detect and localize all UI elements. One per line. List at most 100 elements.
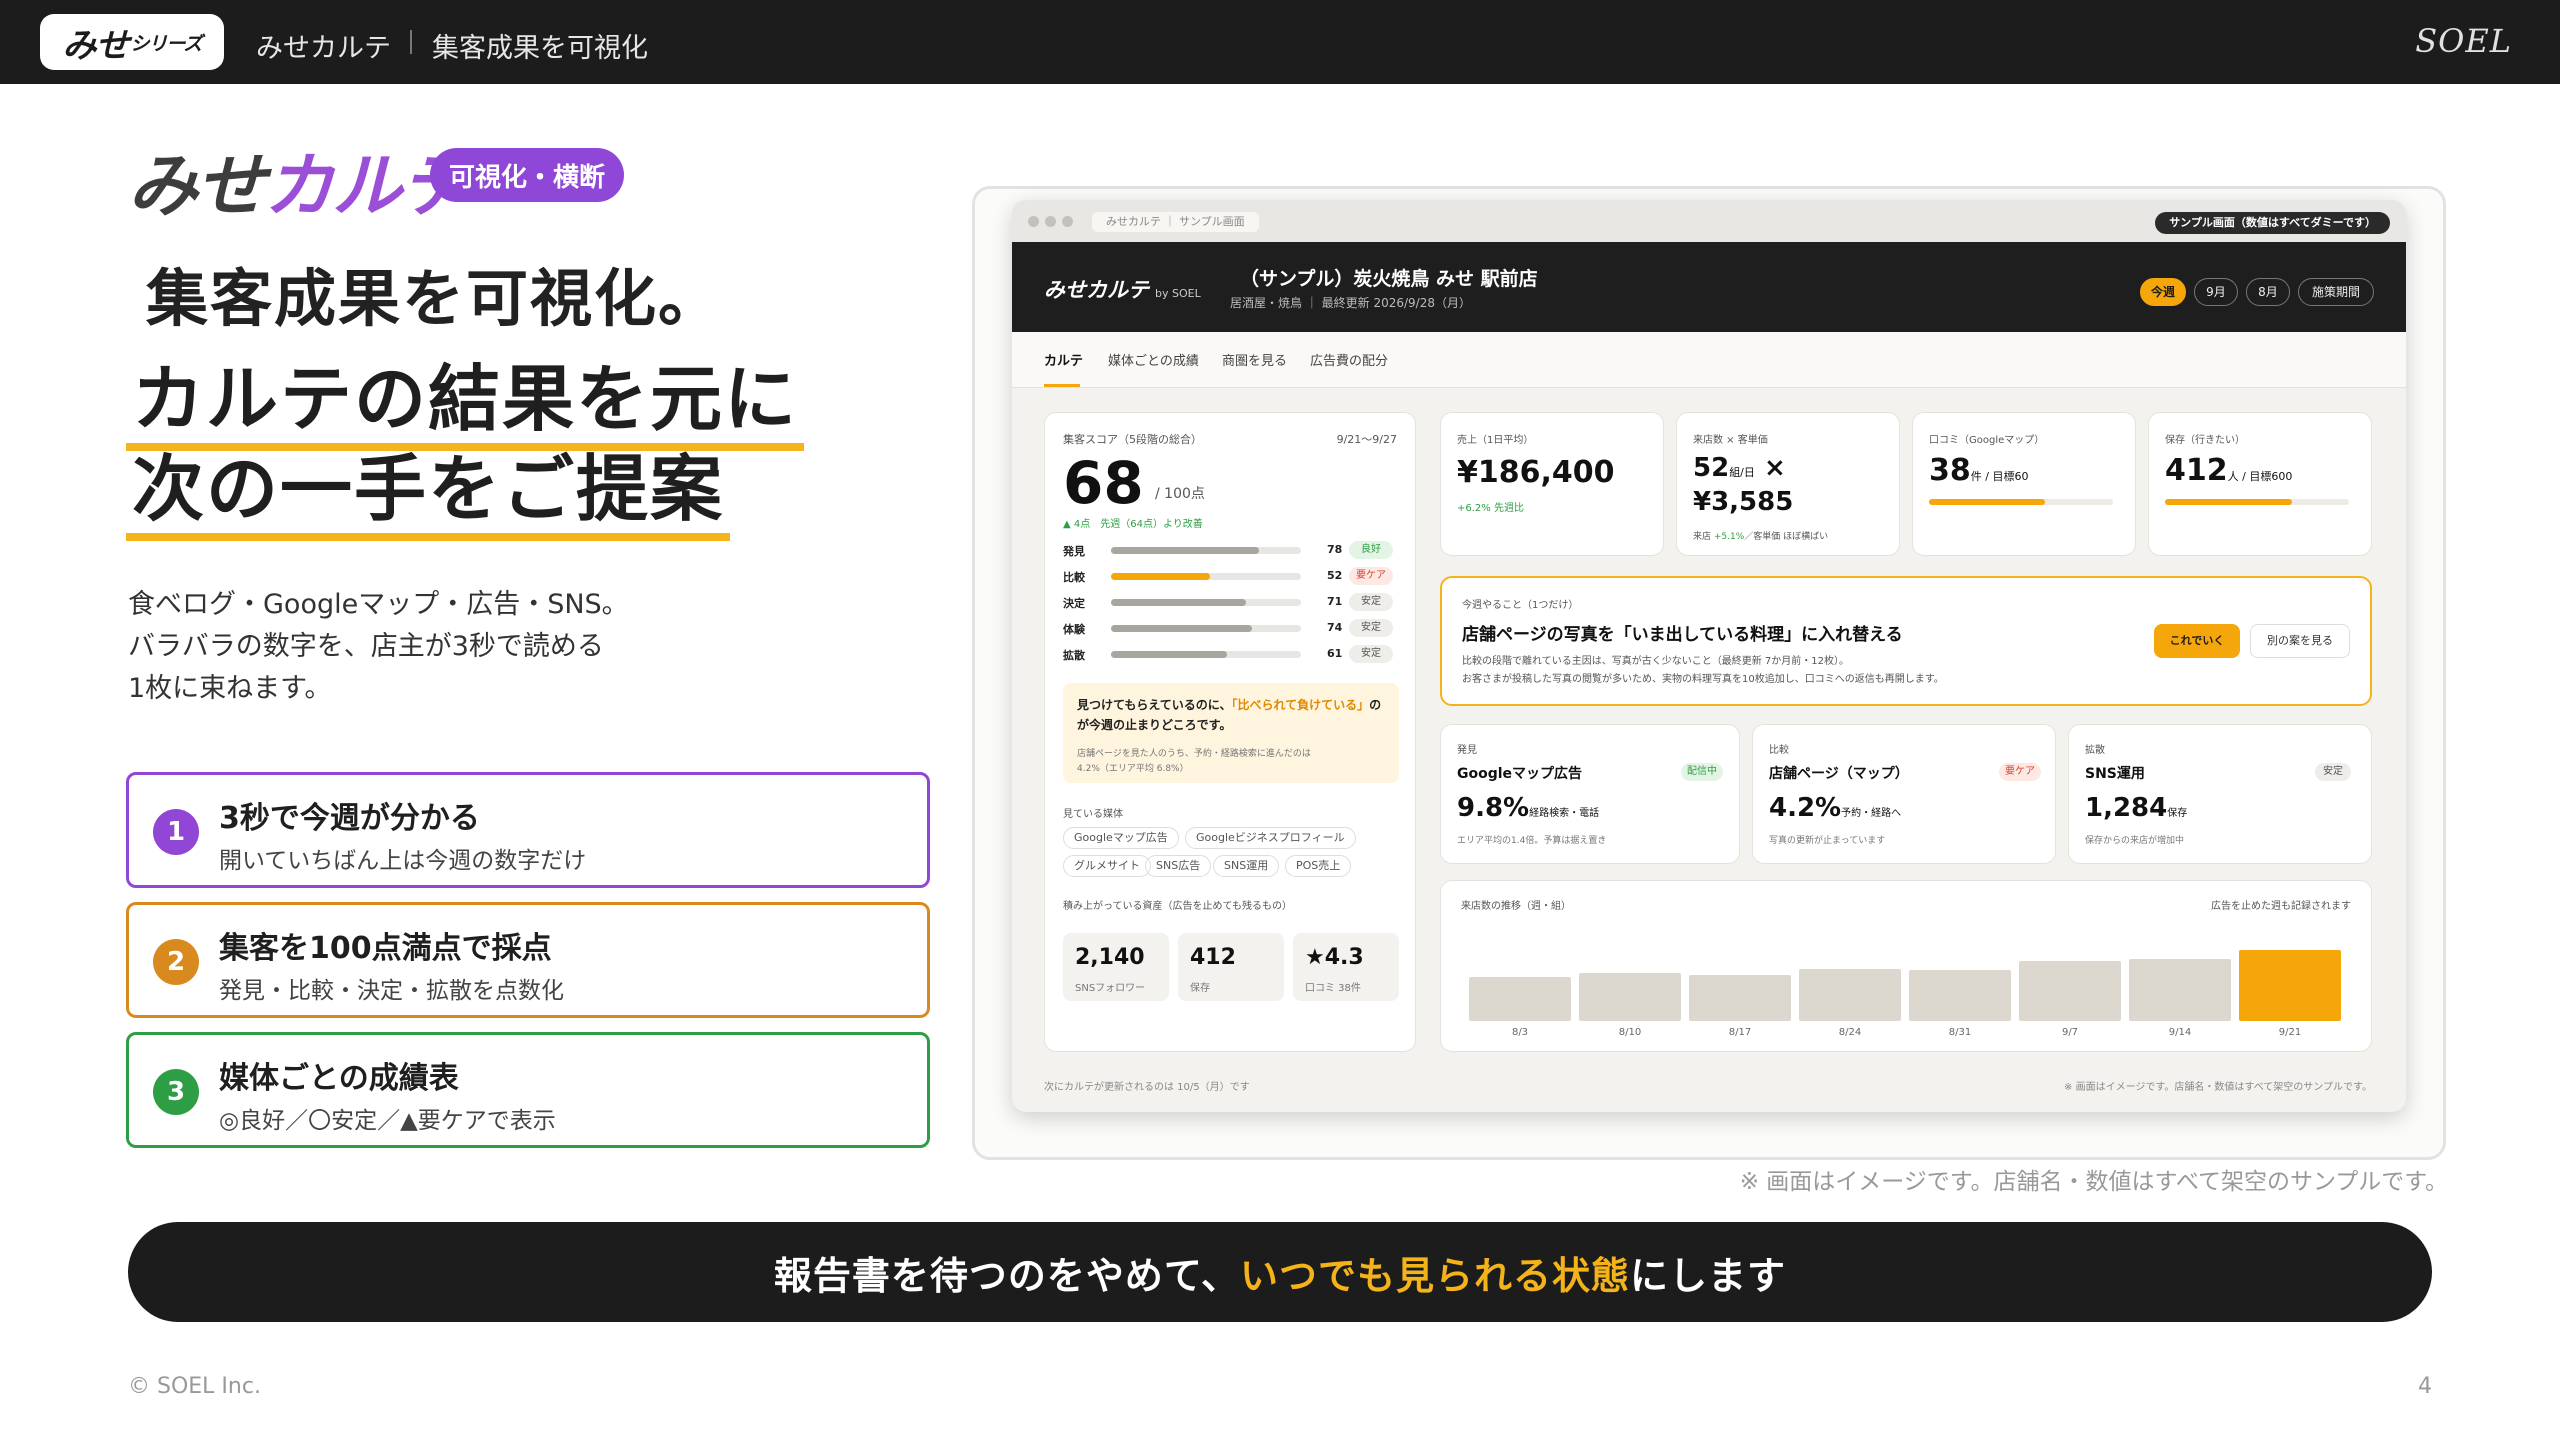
- chart-x-axis: 8/3 8/10 8/17 8/24 8/31 9/7 9/14 9/21: [1465, 1027, 2345, 1041]
- score-value: 68: [1063, 449, 1144, 517]
- window-title: みせカルテ ｜ サンプル画面: [1092, 212, 1259, 232]
- period-this-week[interactable]: 今週: [2140, 278, 2186, 306]
- chart-bar: [2129, 958, 2231, 1021]
- kpi-saves: 保存（行きたい） 412人 / 目標600: [2148, 412, 2372, 556]
- asset-card: 412 保存: [1178, 933, 1284, 1001]
- status-badge: 配信中: [1681, 763, 1723, 781]
- feature-card-2: 2 集客を100点満点で採点 発見・比較・決定・拡散を点数化: [126, 902, 930, 1018]
- chart-bar: [2019, 961, 2121, 1021]
- next-update-note: 次にカルテが更新されるのは 10/5（月）です: [1044, 1082, 1250, 1093]
- media-tag: グルメサイト: [1063, 855, 1151, 877]
- feature-number: 2: [153, 939, 199, 985]
- chart-x-tick-label: 8/3: [1511, 1027, 1529, 1038]
- score-row-value: 78: [1327, 543, 1343, 556]
- headline-line-2: 次の一手をご提案: [126, 449, 731, 542]
- channel-card-sns: 拡散 SNS運用 安定 1,284保存 保存からの来店が増加中: [2068, 724, 2372, 864]
- chart-x-tick-label: 8/24: [1838, 1027, 1862, 1038]
- feature-title: 媒体ごとの成績表: [219, 1061, 459, 1096]
- score-range: 9/21〜9/27: [1336, 433, 1397, 446]
- chart-note: 広告を止めた週も記録されます: [2211, 901, 2351, 912]
- visits-bar-chart: [1465, 925, 2345, 1021]
- score-bar-fill: [1111, 547, 1260, 554]
- kpi-sales-value: ¥186,400: [1457, 455, 1615, 490]
- chart-bar: [1689, 974, 1791, 1021]
- channel-card-maps-ads: 発見 Googleマップ広告 配信中 9.8%経路検索・電話 エリア平均の1.4…: [1440, 724, 1740, 864]
- kpi-visits-value: 52組/日 ×: [1693, 453, 1786, 483]
- period-september[interactable]: 9月: [2194, 278, 2238, 306]
- score-label: 集客スコア（5段階の総合）: [1063, 433, 1202, 446]
- score-row-value: 52: [1327, 569, 1343, 582]
- period-campaign[interactable]: 施策期間: [2298, 278, 2374, 306]
- chart-bar: [1909, 970, 2011, 1021]
- status-badge: 安定: [1349, 619, 1393, 637]
- chart-bar: [1799, 969, 1901, 1021]
- store-name: （サンプル）炭火焼鳥 みせ 駅前店: [1240, 268, 1538, 290]
- description: 食べログ・Googleマップ・広告・SNS。 バラバラの数字を、店主が3秒で読める…: [128, 589, 629, 704]
- series-logo: みせ シリーズ: [40, 14, 224, 70]
- chart-bar: [2239, 949, 2341, 1021]
- reviews-progress-fill: [1929, 499, 2045, 505]
- other-plan-button[interactable]: 別の案を見る: [2250, 624, 2350, 658]
- feature-number: 3: [153, 1069, 199, 1115]
- asset-card: ★4.3 口コミ 38件: [1293, 933, 1399, 1001]
- tab-ad-budget[interactable]: 広告費の配分: [1310, 350, 1388, 369]
- media-label: 見ている媒体: [1063, 809, 1123, 820]
- top-bar: みせ シリーズ みせカルテ 集客成果を可視化 SOEL: [0, 0, 2560, 84]
- score-panel: 集客スコア（5段階の総合） 9/21〜9/27 68 / 100点 ▲ 4点 先…: [1044, 412, 1416, 1052]
- feature-card-1: 1 3秒で今週が分かる 開いていちばん上は今週の数字だけ: [126, 772, 930, 888]
- app-screenshot: みせカルテ ｜ サンプル画面 サンプル画面（数値はすべてダミーです） みせカルテ…: [1012, 200, 2406, 1112]
- window-dot: [1045, 216, 1056, 227]
- store-meta: 居酒屋・焼鳥 ｜ 最終更新 2026/9/28（月）: [1230, 296, 1471, 310]
- company-logo: SOEL: [2415, 22, 2512, 60]
- media-tag: SNS運用: [1213, 855, 1280, 877]
- score-unit: / 100点: [1155, 486, 1205, 502]
- kpi-reviews: 口コミ（Googleマップ） 38件 / 目標60: [1912, 412, 2136, 556]
- todo-panel: 今週やること（1つだけ） 店舗ページの写真を「いま出している料理」に入れ替える …: [1440, 576, 2372, 706]
- visits-chart-panel: 来店数の推移（週・組） 広告を止めた週も記録されます 8/3 8/10 8/17 8/…: [1440, 880, 2372, 1052]
- score-row-name: 体験: [1063, 623, 1085, 636]
- media-tag: Googleマップ広告: [1063, 827, 1179, 849]
- chart-bar: [1469, 976, 1571, 1021]
- breadcrumb-topic: 集客成果を可視化: [432, 33, 648, 64]
- score-bar-fill: [1111, 651, 1227, 658]
- tab-karte[interactable]: カルテ: [1044, 350, 1083, 369]
- status-badge: 要ケア: [1999, 763, 2041, 781]
- score-delta: ▲ 4点 先週（64点）より改善: [1063, 519, 1203, 530]
- window-chrome: みせカルテ ｜ サンプル画面 サンプル画面（数値はすべてダミーです）: [1012, 200, 2406, 242]
- accept-plan-button[interactable]: これでいく: [2154, 624, 2240, 658]
- period-august[interactable]: 8月: [2246, 278, 2290, 306]
- status-badge: 安定: [1349, 645, 1393, 663]
- chart-x-tick-label: 8/17: [1728, 1027, 1752, 1038]
- status-badge: 要ケア: [1349, 567, 1393, 585]
- score-bar-fill: [1111, 599, 1246, 606]
- feature-subtitle: 開いていちばん上は今週の数字だけ: [219, 848, 587, 874]
- feature-number: 1: [153, 809, 199, 855]
- kpi-saves-value: 412人 / 目標600: [2165, 453, 2293, 488]
- media-tag: SNS広告: [1145, 855, 1212, 877]
- product-tag: 可視化・横断: [430, 148, 624, 202]
- copyright: © SOEL Inc.: [128, 1374, 261, 1399]
- window-dot: [1062, 216, 1073, 227]
- chart-x-tick-label: 8/10: [1618, 1027, 1642, 1038]
- chart-x-tick-label: 9/21: [2278, 1027, 2302, 1038]
- todo-title: 店舗ページの写真を「いま出している料理」に入れ替える: [1462, 625, 1903, 645]
- app-logo: みせカルテ by SOEL: [1044, 278, 1201, 302]
- score-row-name: 発見: [1063, 545, 1085, 558]
- sample-disclaimer: ※ 画面はイメージです。店舗名・数値はすべて架空のサンプルです。: [2064, 1082, 2372, 1093]
- insight-detail: 店舗ページを見た人のうち、予約・経路検索に進んだのは 4.2%（エリア平均 6.8…: [1077, 749, 1311, 774]
- feature-title: 3秒で今週が分かる: [219, 801, 480, 836]
- chart-bar: [1579, 973, 1681, 1021]
- media-tag: Googleビジネスプロフィール: [1185, 827, 1356, 849]
- tab-trade-area[interactable]: 商圏を見る: [1222, 350, 1287, 369]
- status-badge: 良好: [1349, 541, 1393, 559]
- feature-card-3: 3 媒体ごとの成績表 ◎良好／〇安定／▲要ケアで表示: [126, 1032, 930, 1148]
- status-badge: 安定: [2315, 763, 2351, 781]
- feature-title: 集客を100点満点で採点: [219, 931, 552, 966]
- chart-x-tick-label: 8/31: [1948, 1027, 1972, 1038]
- headline-line-1: カルテの結果を元に: [126, 359, 805, 452]
- channel-card-store-page: 比較 店舗ページ（マップ） 要ケア 4.2%予約・経路へ 写真の更新が止まってい…: [1752, 724, 2056, 864]
- score-row-name: 比較: [1063, 571, 1085, 584]
- tab-media-results[interactable]: 媒体ごとの成績: [1108, 350, 1199, 369]
- tab-bar: カルテ 媒体ごとの成績 商圏を見る 広告費の配分: [1012, 332, 2406, 388]
- score-row-name: 決定: [1063, 597, 1085, 610]
